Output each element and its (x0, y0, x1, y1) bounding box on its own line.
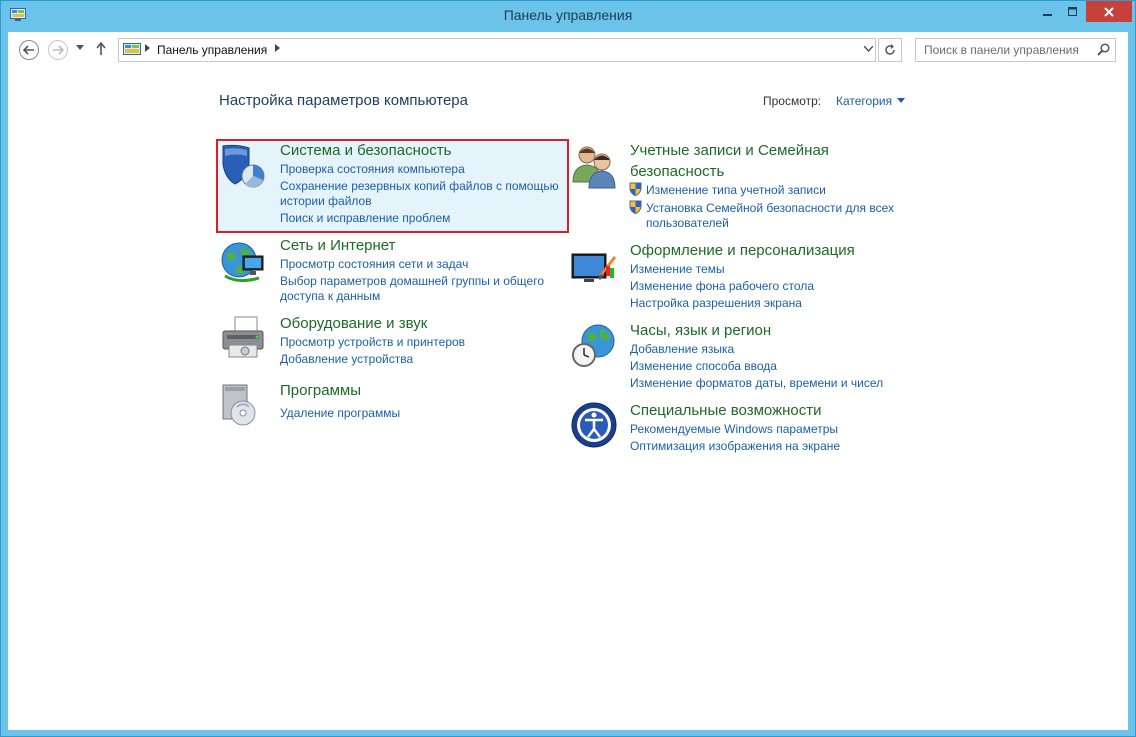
breadcrumb-separator-icon[interactable] (275, 44, 280, 55)
link-file-history[interactable]: Сохранение резервных копий файлов с помо… (280, 178, 559, 194)
address-history-dropdown[interactable] (863, 45, 874, 55)
refresh-button[interactable] (878, 38, 902, 62)
uac-shield-icon (629, 182, 642, 196)
clock-globe-icon[interactable] (570, 321, 618, 369)
back-button[interactable] (19, 40, 39, 60)
link-homegroup-cont[interactable]: доступа к данным (280, 288, 380, 304)
link-homegroup[interactable]: Выбор параметров домашней группы и общег… (280, 273, 544, 289)
breadcrumb-control-panel[interactable]: Панель управления (157, 43, 267, 57)
link-file-history-cont[interactable]: истории файлов (280, 193, 372, 209)
dropdown-arrow-icon[interactable] (897, 98, 905, 103)
link-uninstall-program[interactable]: Удаление программы (280, 405, 400, 421)
maximize-button[interactable] (1061, 1, 1085, 22)
link-family-safety[interactable]: Установка Семейной безопасности для всех (646, 200, 894, 216)
network-globe-icon[interactable] (219, 238, 267, 286)
arrow-right-icon (53, 45, 64, 55)
link-screen-resolution[interactable]: Настройка разрешения экрана (630, 295, 802, 311)
link-change-account-type[interactable]: Изменение типа учетной записи (646, 182, 826, 198)
control-panel-window: Панель управления Панель управления Поис… (0, 0, 1136, 737)
up-button[interactable] (96, 41, 106, 60)
category-title[interactable]: Часы, язык и регион (630, 321, 771, 341)
link-add-language[interactable]: Добавление языка (630, 341, 734, 357)
category-title[interactable]: Учетные записи и Семейная (630, 141, 829, 161)
link-add-device[interactable]: Добавление устройства (280, 351, 413, 367)
users-icon[interactable] (570, 142, 618, 190)
accessibility-icon[interactable] (570, 401, 618, 449)
link-input-method[interactable]: Изменение способа ввода (630, 358, 777, 374)
client-area: Панель управления Поиск в панели управле… (8, 32, 1128, 730)
link-date-formats[interactable]: Изменение форматов даты, времени и чисел (630, 375, 883, 391)
programs-icon[interactable] (219, 381, 267, 429)
category-title[interactable]: Сеть и Интернет (280, 236, 396, 256)
chevron-down-icon (76, 45, 84, 50)
link-check-status[interactable]: Проверка состояния компьютера (280, 161, 465, 177)
uac-shield-icon (629, 200, 642, 214)
breadcrumb-separator-icon[interactable] (145, 44, 150, 55)
category-title[interactable]: Оборудование и звук (280, 314, 427, 334)
title-bar[interactable]: Панель управления (1, 1, 1135, 32)
appearance-icon[interactable] (570, 244, 618, 292)
link-change-background[interactable]: Изменение фона рабочего стола (630, 278, 814, 294)
close-button[interactable] (1086, 1, 1132, 22)
minimize-icon (1043, 13, 1052, 16)
window-title: Панель управления (503, 7, 633, 23)
refresh-icon (885, 44, 895, 55)
address-bar[interactable]: Панель управления (118, 38, 876, 62)
search-input[interactable]: Поиск в панели управления (924, 43, 1079, 57)
shield-icon[interactable] (219, 142, 267, 190)
link-family-safety-cont[interactable]: пользователей (646, 215, 729, 231)
chevron-down-icon (863, 45, 874, 52)
link-recommended-settings[interactable]: Рекомендуемые Windows параметры (630, 421, 838, 437)
link-network-status[interactable]: Просмотр состояния сети и задач (280, 256, 468, 272)
category-title[interactable]: Оформление и персонализация (630, 241, 855, 261)
forward-button[interactable] (48, 40, 68, 60)
navigation-bar: Панель управления Поиск в панели управле… (8, 32, 1128, 68)
link-troubleshoot[interactable]: Поиск и исправление проблем (280, 210, 450, 226)
view-by-label: Просмотр: (763, 94, 822, 108)
link-optimize-display[interactable]: Оптимизация изображения на экране (630, 438, 840, 454)
category-title[interactable]: Специальные возможности (630, 401, 822, 421)
arrow-up-icon (96, 41, 106, 55)
link-change-theme[interactable]: Изменение темы (630, 261, 725, 277)
page-title: Настройка параметров компьютера (219, 92, 468, 109)
arrow-left-icon (23, 45, 34, 55)
search-icon[interactable] (1097, 43, 1110, 56)
recent-locations-button[interactable] (76, 43, 84, 53)
close-icon (1104, 6, 1114, 17)
maximize-icon (1068, 6, 1077, 16)
printer-icon[interactable] (219, 315, 267, 363)
category-title[interactable]: Программы (280, 381, 361, 401)
view-by-dropdown[interactable]: Категория (836, 94, 892, 108)
control-panel-icon (123, 43, 141, 55)
category-title-cont[interactable]: безопасность (630, 162, 724, 182)
category-title[interactable]: Система и безопасность (280, 141, 451, 161)
minimize-button[interactable] (1035, 1, 1061, 22)
link-devices-printers[interactable]: Просмотр устройств и принтеров (280, 334, 465, 350)
search-box[interactable]: Поиск в панели управления (915, 38, 1116, 62)
